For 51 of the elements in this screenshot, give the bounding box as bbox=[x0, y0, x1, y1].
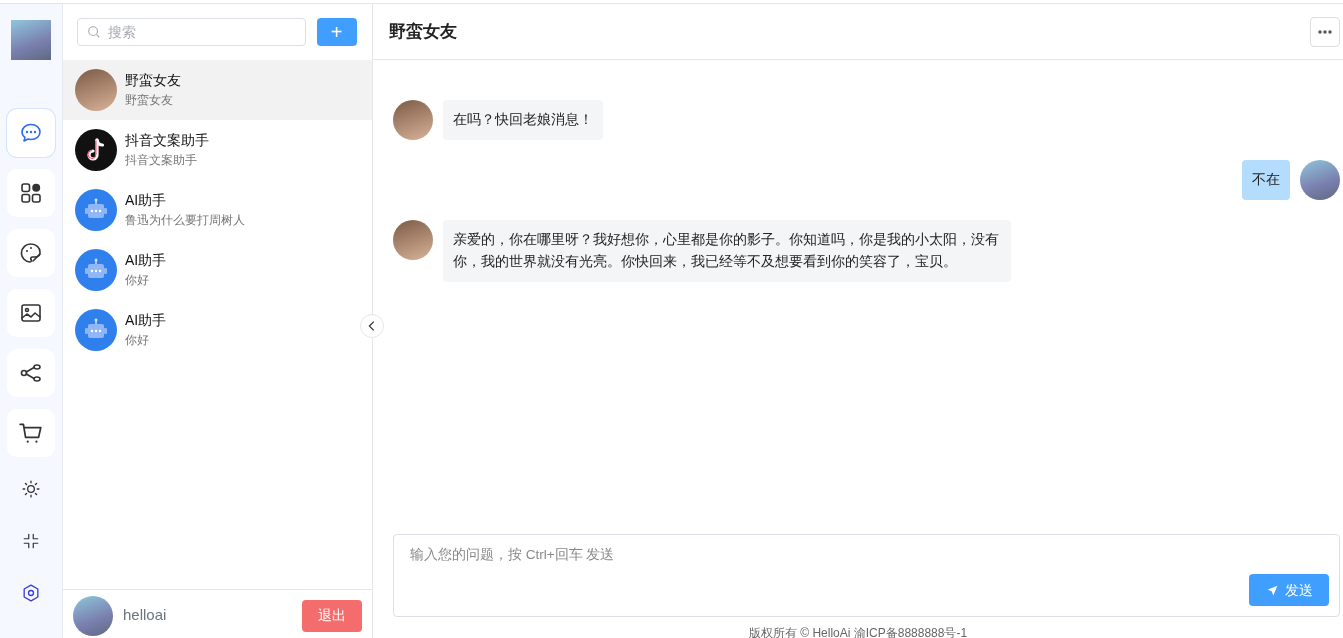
avatar-photo bbox=[75, 69, 117, 111]
conversation-preview: 抖音文案助手 bbox=[125, 152, 198, 169]
bot-avatar-photo bbox=[393, 220, 433, 260]
share-nav-button[interactable] bbox=[7, 349, 55, 397]
image-nav-button[interactable] bbox=[7, 289, 55, 337]
share-icon bbox=[19, 361, 43, 385]
more-button[interactable] bbox=[1310, 16, 1340, 47]
conversation-item[interactable]: 野蛮女友 野蛮女友 bbox=[63, 60, 372, 120]
chat-title: 野蛮女友 bbox=[389, 20, 457, 43]
collapse-button[interactable] bbox=[360, 314, 384, 338]
cart-icon bbox=[18, 420, 44, 446]
conversation-preview: 你好 bbox=[125, 272, 150, 289]
conversation-name: AI助手 bbox=[125, 251, 167, 270]
message-bubble: 不在 bbox=[1242, 160, 1290, 200]
apps-icon bbox=[19, 181, 43, 205]
conversation-name: 抖音文案助手 bbox=[125, 131, 209, 150]
conversation-preview: 鲁迅为什么要打周树人 bbox=[125, 212, 245, 229]
conversation-item[interactable]: 抖音文案助手 抖音文案助手 bbox=[63, 120, 372, 180]
shrink-icon bbox=[22, 532, 40, 550]
apps-nav-button[interactable] bbox=[7, 169, 55, 217]
chat-nav-button[interactable] bbox=[7, 109, 55, 157]
bot-avatar-photo bbox=[393, 100, 433, 140]
conversation-preview: 野蛮女友 bbox=[125, 92, 174, 109]
copyright-text: 版权所有 © HelloAi 渝ICP备8888888号-1 bbox=[748, 626, 968, 638]
message-bubble: 在吗？快回老娘消息！ bbox=[443, 100, 603, 140]
more-icon bbox=[1317, 27, 1333, 36]
palette-icon bbox=[19, 241, 43, 265]
robot-avatar-icon bbox=[75, 249, 117, 291]
palette-nav-button[interactable] bbox=[7, 229, 55, 277]
robot-avatar-icon bbox=[75, 309, 117, 351]
image-icon bbox=[19, 301, 43, 325]
conversation-preview: 你好 bbox=[125, 332, 150, 349]
music-note-avatar-icon bbox=[75, 129, 117, 171]
conversation-name: AI助手 bbox=[125, 311, 167, 330]
chat-icon bbox=[19, 121, 43, 145]
paper-plane-icon bbox=[1265, 583, 1279, 597]
username: helloai bbox=[123, 605, 167, 626]
cart-nav-button[interactable] bbox=[7, 409, 55, 457]
conversation-item[interactable]: AI助手 你好 bbox=[63, 300, 372, 360]
search-field[interactable]: 搜索 bbox=[77, 18, 306, 46]
user-avatar bbox=[73, 595, 113, 636]
message-bubble: 亲爱的，你在哪里呀？我好想你，心里都是你的影子。你知道吗，你是我的小太阳，没有你，我的世界就没有光亮。你快回来，我已经等不及想要看到你的笑容了，宝贝。 bbox=[443, 220, 1011, 282]
sun-icon bbox=[21, 479, 41, 499]
conversation-name: AI助手 bbox=[125, 191, 168, 210]
robot-avatar-icon bbox=[75, 189, 117, 231]
user-avatar bbox=[1300, 160, 1340, 200]
settings-icon bbox=[21, 583, 41, 603]
app-logo-image bbox=[11, 20, 51, 60]
conversation-item[interactable]: AI助手 你好 bbox=[63, 240, 372, 300]
conversation-item[interactable]: AI助手 鲁迅为什么要打周树人 bbox=[63, 180, 372, 240]
conversation-name: 野蛮女友 bbox=[125, 71, 181, 90]
